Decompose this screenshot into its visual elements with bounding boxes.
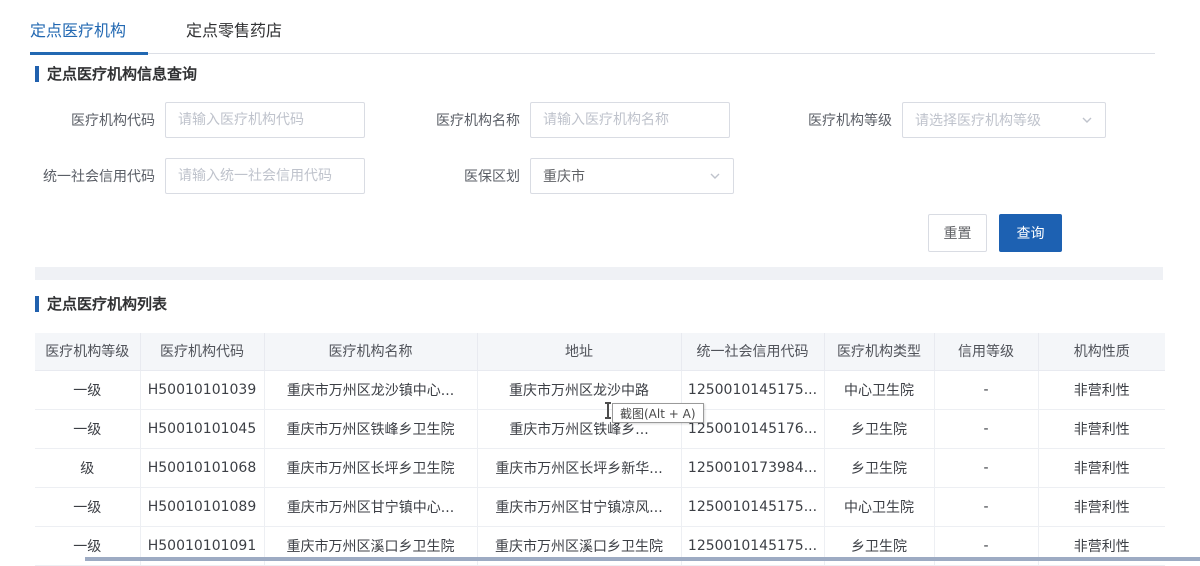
tab-designated-medical-institution[interactable]: 定点医疗机构: [30, 15, 148, 53]
table-cell: 重庆市万州区长坪乡卫生院: [264, 448, 477, 487]
table-header-row: 医疗机构等级医疗机构代码医疗机构名称地址统一社会信用代码医疗机构类型信用等级机构…: [35, 333, 1165, 370]
column-header: 医疗机构名称: [264, 333, 477, 370]
column-header: 地址: [477, 333, 681, 370]
table-cell: 1250010145175...: [681, 487, 824, 526]
table-cell: 乡卫生院: [824, 409, 934, 448]
form-group-org-name: 医疗机构名称: [380, 102, 730, 138]
text-cursor-icon: [604, 402, 612, 419]
table-cell: 1250010173984...: [681, 448, 824, 487]
table-cell: H50010101039: [140, 370, 264, 409]
column-header: 医疗机构等级: [35, 333, 140, 370]
table-cell: 非营利性: [1038, 370, 1165, 409]
table-cell: 一级: [35, 409, 140, 448]
divider-band: [35, 267, 1163, 280]
org-name-label: 医疗机构名称: [380, 110, 530, 130]
column-header: 医疗机构类型: [824, 333, 934, 370]
credit-code-input[interactable]: [165, 158, 365, 194]
form-group-org-level: 医疗机构等级 请选择医疗机构等级: [734, 102, 1106, 138]
table-cell: 一级: [35, 487, 140, 526]
table-cell: H50010101045: [140, 409, 264, 448]
org-level-label: 医疗机构等级: [734, 110, 902, 130]
org-name-input[interactable]: [530, 102, 730, 138]
table-cell: 非营利性: [1038, 487, 1165, 526]
table-cell: 中心卫生院: [824, 370, 934, 409]
form-actions: 重置 查询: [928, 214, 1062, 252]
bottom-edge-line: [85, 557, 1200, 561]
org-code-label: 医疗机构代码: [35, 110, 165, 130]
org-level-select-placeholder: 请选择医疗机构等级: [915, 110, 1041, 130]
table-row[interactable]: 一级H50010101089重庆市万州区甘宁镇中心...重庆市万州区甘宁镇凉风.…: [35, 487, 1165, 526]
form-group-credit-code: 统一社会信用代码: [35, 158, 365, 194]
form-group-org-code: 医疗机构代码: [35, 102, 365, 138]
list-section-title-text: 定点医疗机构列表: [47, 293, 167, 314]
institution-table: 医疗机构等级医疗机构代码医疗机构名称地址统一社会信用代码医疗机构类型信用等级机构…: [35, 333, 1165, 566]
org-level-select[interactable]: 请选择医疗机构等级: [902, 102, 1106, 138]
table-cell: -: [934, 487, 1038, 526]
form-group-region: 医保区划 重庆市: [380, 158, 734, 194]
org-code-input[interactable]: [165, 102, 365, 138]
table-cell: H50010101089: [140, 487, 264, 526]
table-cell: 重庆市万州区龙沙镇中心...: [264, 370, 477, 409]
screenshot-tooltip: 截图(Alt + A): [612, 403, 704, 423]
section-title-bar: [35, 66, 39, 82]
table-cell: 级: [35, 448, 140, 487]
chevron-down-icon: [709, 170, 721, 182]
search-button[interactable]: 查询: [999, 214, 1062, 252]
chevron-down-icon: [1081, 114, 1093, 126]
table-row[interactable]: 一级H50010101045重庆市万州区铁峰乡卫生院重庆市万州区铁峰乡...12…: [35, 409, 1165, 448]
table-cell: 非营利性: [1038, 409, 1165, 448]
query-section-title: 定点医疗机构信息查询: [35, 63, 197, 84]
tab-bar: 定点医疗机构 定点零售药店: [30, 15, 1155, 54]
section-title-bar: [35, 296, 39, 312]
table-cell: 乡卫生院: [824, 448, 934, 487]
table-cell: H50010101068: [140, 448, 264, 487]
region-select-value: 重庆市: [543, 166, 585, 186]
table-cell: 中心卫生院: [824, 487, 934, 526]
table-cell: 重庆市万州区铁峰乡卫生院: [264, 409, 477, 448]
query-section-title-text: 定点医疗机构信息查询: [47, 63, 197, 84]
column-header: 统一社会信用代码: [681, 333, 824, 370]
table-cell: -: [934, 370, 1038, 409]
column-header: 机构性质: [1038, 333, 1165, 370]
table-cell: 重庆市万州区甘宁镇凉风...: [477, 487, 681, 526]
table-cell: 重庆市万州区甘宁镇中心...: [264, 487, 477, 526]
table-cell: 非营利性: [1038, 448, 1165, 487]
table-row[interactable]: 一级H50010101039重庆市万州区龙沙镇中心...重庆市万州区龙沙中路12…: [35, 370, 1165, 409]
table-cell: -: [934, 409, 1038, 448]
region-select[interactable]: 重庆市: [530, 158, 734, 194]
table-body: 一级H50010101039重庆市万州区龙沙镇中心...重庆市万州区龙沙中路12…: [35, 370, 1165, 565]
list-section-title: 定点医疗机构列表: [35, 293, 167, 314]
table-cell: -: [934, 448, 1038, 487]
column-header: 医疗机构代码: [140, 333, 264, 370]
reset-button[interactable]: 重置: [928, 214, 987, 252]
table-row[interactable]: 级H50010101068重庆市万州区长坪乡卫生院重庆市万州区长坪乡新华...1…: [35, 448, 1165, 487]
table-cell: 一级: [35, 370, 140, 409]
region-label: 医保区划: [380, 166, 530, 186]
table-cell: 重庆市万州区长坪乡新华...: [477, 448, 681, 487]
column-header: 信用等级: [934, 333, 1038, 370]
tab-designated-retail-pharmacy[interactable]: 定点零售药店: [186, 15, 282, 53]
credit-code-label: 统一社会信用代码: [35, 166, 165, 186]
